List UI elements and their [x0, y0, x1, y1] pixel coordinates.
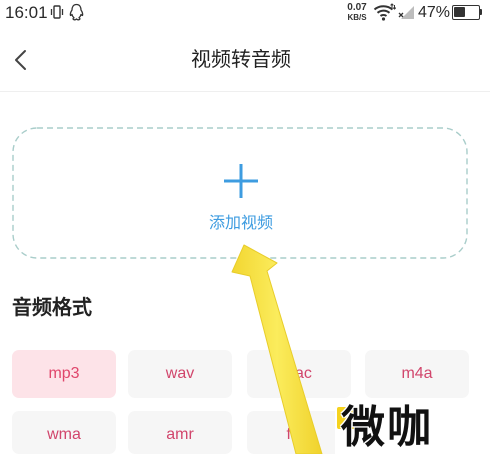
format-label: mp3	[48, 365, 80, 382]
watermark-text: 微咖	[341, 402, 433, 453]
format-option-amr[interactable]: amr	[128, 411, 232, 454]
wifi-icon	[373, 3, 397, 21]
vibrate-icon	[49, 5, 65, 20]
format-option-m4a[interactable]: m4a	[365, 350, 469, 398]
format-option-wav[interactable]: wav	[128, 350, 232, 398]
signal-no-sim-icon	[398, 5, 415, 20]
format-option-aac[interactable]: aac	[247, 350, 351, 398]
format-label: flac	[286, 425, 312, 443]
format-label: wma	[47, 425, 81, 443]
qq-icon	[68, 3, 85, 22]
format-label: m4a	[401, 365, 433, 382]
status-bar: 16:01 0.07 KB/S 47%	[0, 0, 490, 26]
battery-fill	[454, 7, 466, 17]
format-option-wma[interactable]: wma	[12, 411, 116, 454]
network-speed: 0.07 KB/S	[342, 2, 372, 22]
format-label: aac	[286, 365, 312, 382]
watermark-logo: 微咖	[335, 401, 469, 454]
section-title-audio-format: 音频格式	[12, 297, 92, 319]
format-label: wav	[165, 365, 195, 382]
network-speed-unit: KB/S	[347, 13, 367, 22]
format-option-mp3[interactable]: mp3	[12, 350, 116, 398]
add-video-label: 添加视频	[208, 215, 273, 232]
plus-icon	[223, 163, 259, 199]
format-label: amr	[166, 425, 194, 443]
battery-icon	[452, 5, 484, 20]
status-time: 16:01	[5, 3, 48, 22]
battery-percent: 47%	[418, 4, 451, 21]
page-title: 视频转音频	[191, 49, 291, 71]
add-video-button[interactable]	[12, 127, 468, 259]
header-divider	[0, 91, 490, 92]
network-speed-value: 0.07	[347, 2, 367, 13]
